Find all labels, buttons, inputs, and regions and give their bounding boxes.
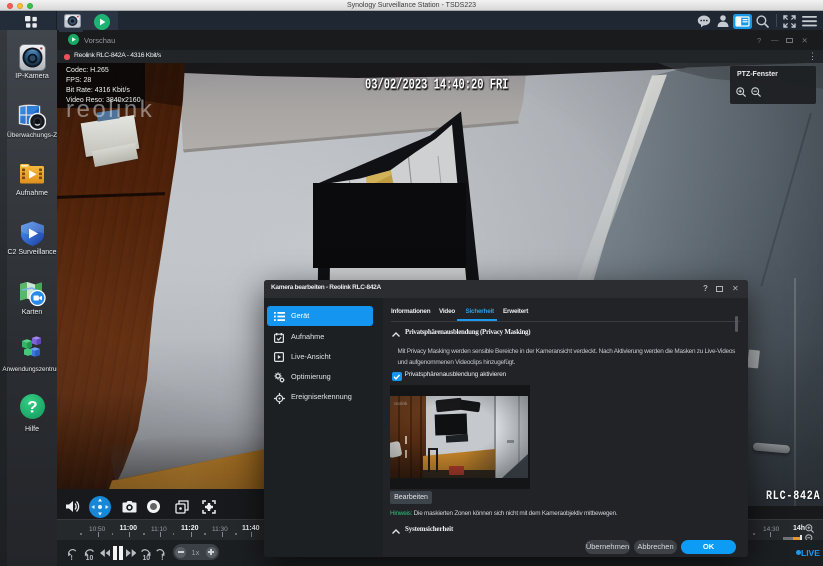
svg-text:10: 10 [142,554,150,560]
svg-text:?: ? [27,398,37,417]
svg-text:!: ! [71,554,73,560]
svg-text:!: ! [161,554,163,560]
svg-text:10: 10 [86,554,94,560]
